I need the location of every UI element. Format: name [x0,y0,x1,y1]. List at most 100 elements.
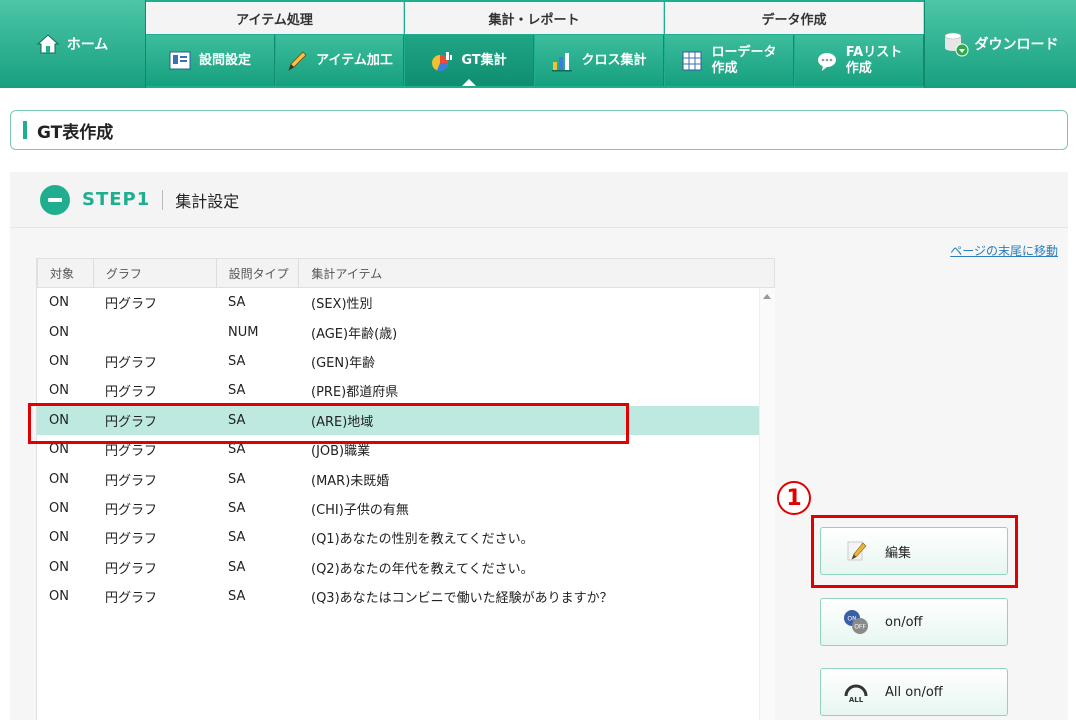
collapse-minus-icon[interactable] [40,184,70,215]
cell-aggregation-item: (Q1)あなたの性別を教えてください。 [311,532,534,548]
table-row[interactable]: ON 円グラフ SA (PRE)都道府県 [37,376,775,405]
cell-aggregation-item: (Q2)あなたの年代を教えてください。 [311,561,534,577]
title-accent-bar [23,121,27,139]
cell-aggregation-item: (GEN)年齢 [311,355,376,371]
gt-chart-icon [432,51,453,71]
tab-fa-list-creation[interactable]: FAリスト 作成 [795,35,924,86]
cell-aggregation-item: (MAR)未既婚 [311,473,390,489]
tab-label-line1: ローデータ [711,44,777,60]
cell-graph: 円グラフ [105,591,158,607]
table-row[interactable]: ON 円グラフ SA (SEX)性別 [37,288,775,317]
scroll-up-arrow-icon[interactable] [763,294,771,299]
tab-cross-aggregation[interactable]: クロス集計 [535,35,664,86]
cell-question-type: SA [228,471,246,487]
vertical-scrollbar[interactable] [759,288,775,720]
cell-target: ON [49,589,69,605]
cell-question-type: SA [228,353,246,369]
cell-aggregation-item: (PRE)都道府県 [311,385,399,401]
tab-label-line2: 作成 [845,60,872,76]
cell-aggregation-item: (SEX)性別 [311,297,373,313]
all-on-off-label: All on/off [885,684,943,700]
tab-label: GT集計 [461,52,507,68]
group-label: 集計・レポート [488,12,580,28]
spreadsheet-icon [682,51,702,70]
database-download-icon [944,32,968,57]
cell-target: ON [49,471,69,487]
edit-button[interactable]: 編集 [820,527,1008,575]
tab-raw-data-creation[interactable]: ローデータ 作成 [665,35,794,86]
table-row[interactable]: ON 円グラフ SA (GEN)年齢 [37,347,775,376]
column-header-target[interactable]: 対象 [38,259,94,287]
cell-graph: 円グラフ [105,385,158,401]
group-label: データ作成 [761,12,827,28]
step-header[interactable]: STEP1 集計設定 [10,172,1068,228]
all-on-off-button[interactable]: ALL All on/off [820,668,1008,716]
tab-label-line2: 作成 [711,60,738,76]
cell-graph: 円グラフ [105,297,158,313]
table-row[interactable]: ON 円グラフ SA (Q1)あなたの性別を教えてください。 [37,523,775,552]
table-row[interactable]: ON 円グラフ SA (CHI)子供の有無 [37,494,775,523]
table-row[interactable]: ON 円グラフ SA (MAR)未既婚 [37,464,775,493]
tab-question-settings[interactable]: 設問設定 [146,35,275,86]
cell-question-type: SA [228,442,246,458]
cell-target: ON [49,500,69,516]
speech-bubble-icon [817,52,836,71]
cell-target: ON [49,442,69,458]
home-label: ホーム [66,37,109,53]
tab-label: クロス集計 [581,52,647,68]
cell-graph: 円グラフ [105,355,158,371]
cell-question-type: SA [228,530,246,546]
download-button[interactable]: ダウンロード [924,0,1076,88]
cell-question-type: SA [228,500,246,516]
cell-graph: 円グラフ [105,473,158,489]
cell-target: ON [49,530,69,546]
cell-target: ON [49,353,69,369]
cell-aggregation-item: (CHI)子供の有無 [311,502,409,518]
selected-row-highlight [28,403,629,444]
table-header: 対象 グラフ 設問タイプ 集計アイテム [37,258,775,288]
edit-label: 編集 [885,545,912,561]
column-header-question-type[interactable]: 設問タイプ [217,259,300,287]
cell-graph: 円グラフ [105,561,158,577]
group-data-creation: データ作成 [665,2,924,34]
all-toggle-icon: ALL [844,684,868,704]
group-aggregation-report: 集計・レポート [405,2,664,34]
cell-question-type: SA [228,559,246,575]
page-title-box: GT表作成 [10,110,1068,150]
svg-text:OFF: OFF [854,624,866,631]
step-marker-1: 1 [777,481,811,515]
table-row[interactable]: ON 円グラフ SA (Q2)あなたの年代を教えてください。 [37,553,775,582]
download-label: ダウンロード [974,37,1059,53]
column-header-graph[interactable]: グラフ [94,259,217,287]
group-item-processing: アイテム処理 [146,2,404,34]
cell-target: ON [49,324,69,340]
page-title: GT表作成 [37,122,114,143]
home-button[interactable]: ホーム [0,0,146,88]
on-off-toggle-icon: ON OFF [844,610,868,634]
step-title: 集計設定 [175,191,240,211]
column-header-aggregation-item[interactable]: 集計アイテム [299,259,774,287]
cell-target: ON [49,295,69,311]
table-row[interactable]: ON NUM (AGE)年齢(歳) [37,317,775,346]
cell-question-type: SA [228,295,246,311]
top-navigation: ホーム アイテム処理 集計・レポート データ作成 設問設定 アイテム加工 GT集… [0,0,1076,88]
jump-to-page-end-link[interactable]: ページの末尾に移動 [950,242,1058,259]
svg-text:ALL: ALL [849,696,864,704]
on-off-button[interactable]: ON OFF on/off [820,598,1008,646]
table-row[interactable]: ON 円グラフ SA (Q3)あなたはコンビニで働いた経験がありますか？ [37,582,775,611]
tab-label: 設問設定 [198,52,251,68]
tab-label: アイテム加工 [316,52,393,68]
tab-gt-aggregation[interactable]: GT集計 [405,35,534,86]
group-label: アイテム処理 [236,12,313,28]
cell-question-type: NUM [228,324,259,340]
edit-pencil-icon [847,541,867,561]
cell-graph: 円グラフ [105,502,158,518]
on-off-label: on/off [885,614,923,630]
tab-label-line1: FAリスト [845,44,903,60]
tab-item-edit[interactable]: アイテム加工 [276,35,404,86]
step-divider [162,189,164,210]
cell-target: ON [49,559,69,575]
house-icon [36,34,59,54]
aggregation-table: 対象 グラフ 設問タイプ 集計アイテム ON 円グラフ SA (SEX)性別 ON NUM… [36,258,775,720]
cell-target: ON [49,383,69,399]
